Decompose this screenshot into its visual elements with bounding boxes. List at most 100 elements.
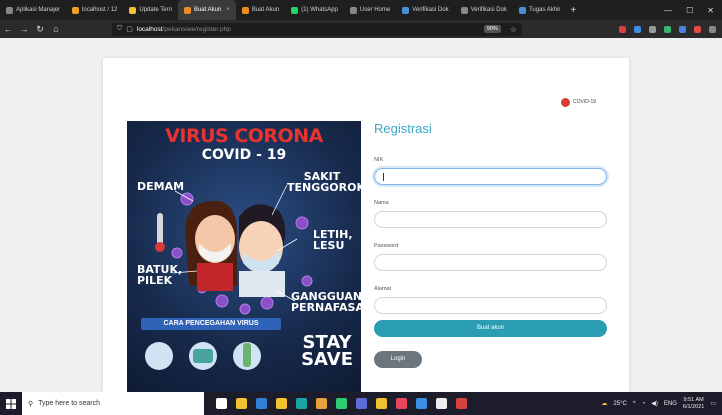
taskbar-app-icon[interactable]: [396, 398, 407, 409]
tab-verifikasi-2[interactable]: Verifikasi Dok: [455, 0, 513, 20]
tray-chevron-icon[interactable]: ^: [633, 401, 636, 407]
taskbar-app-icon[interactable]: [456, 398, 467, 409]
taskbar-app-icon[interactable]: [416, 398, 427, 409]
extension-icon[interactable]: [634, 25, 641, 33]
forward-arrow-icon[interactable]: →: [16, 24, 32, 34]
extension-icon[interactable]: [664, 25, 671, 33]
tab-tugas-akhir[interactable]: Tugas Akhir: [513, 0, 566, 20]
page-info-icon: ▢: [126, 26, 133, 33]
symptom-gangguan: GANGGUAN PERNAFASAN: [291, 290, 361, 314]
extension-icon[interactable]: [709, 25, 716, 33]
volume-icon[interactable]: ◀): [651, 400, 658, 407]
tab-aplikasi-manajer[interactable]: Aplikasi Manajer: [0, 0, 66, 20]
extension-icon[interactable]: [694, 25, 701, 33]
taskbar-app-icon[interactable]: [336, 398, 347, 409]
symptom-batuk: BATUK, PILEK: [137, 263, 183, 287]
taskbar-app-icon[interactable]: [316, 398, 327, 409]
prevention-banner: CARA PENCEGAHAN VIRUS: [141, 318, 281, 330]
tab-user-home[interactable]: User Home: [344, 0, 396, 20]
logo-text: COVID-19: [573, 99, 597, 105]
tab-label: Tugas Akhir: [528, 7, 561, 13]
taskbar-app-icon[interactable]: [296, 398, 307, 409]
url-host: localhost: [136, 25, 163, 33]
nama-label: Nama: [374, 200, 389, 206]
extension-icon[interactable]: [679, 25, 686, 33]
text-caret: [383, 172, 384, 181]
weather-icon: ☁: [601, 401, 608, 407]
zoom-badge[interactable]: 90%: [483, 25, 501, 33]
tab-label: Verifikasi Dok: [470, 7, 507, 13]
weather-temp[interactable]: 25°C: [613, 401, 626, 407]
bookmark-star-icon[interactable]: ☆: [510, 25, 517, 34]
windows-logo-icon: [6, 398, 16, 409]
url-text: localhost/pekansiwe/register.php: [137, 26, 231, 33]
language-indicator[interactable]: ENG: [664, 401, 677, 407]
tab-favicon-icon: [6, 6, 13, 14]
taskbar-app-icon[interactable]: [216, 398, 227, 409]
tab-label: Update Tern: [139, 7, 172, 13]
taskbar-app-icon[interactable]: [276, 398, 287, 409]
tab-localhost[interactable]: localhost / 12: [66, 0, 123, 20]
pinned-apps: [216, 398, 467, 409]
tab-label: (1) WhatsApp: [301, 7, 338, 13]
nik-label: NIK: [374, 157, 384, 163]
taskbar-app-icon[interactable]: [376, 398, 387, 409]
new-tab-button[interactable]: +: [570, 5, 576, 16]
taskbar-search-input[interactable]: ⚲ Type here to search: [22, 392, 204, 415]
register-card: VIRUS CORONA COVID - 19 DEMAM BATUK, PIL…: [103, 58, 629, 392]
maximize-icon[interactable]: ☐: [686, 6, 693, 15]
windows-start-button[interactable]: [0, 392, 22, 415]
tab-favicon-icon: [183, 6, 191, 14]
close-window-icon[interactable]: ✕: [707, 6, 714, 15]
tab-buat-akun-active[interactable]: Buat Akun ×: [177, 0, 236, 20]
close-tab-icon[interactable]: ×: [226, 7, 230, 13]
extension-icons: [619, 25, 722, 33]
create-account-button[interactable]: Buat akun: [374, 320, 607, 337]
covid-poster-image: VIRUS CORONA COVID - 19 DEMAM BATUK, PIL…: [127, 121, 361, 392]
network-icon[interactable]: ◔: [642, 401, 646, 407]
symptom-letih: LETIH, LESU: [313, 228, 353, 252]
taskbar-app-icon[interactable]: [236, 398, 247, 409]
window-controls: — ☐ ✕: [664, 6, 722, 15]
clock-time: 9:51 AM: [683, 396, 704, 403]
tab-favicon-icon: [402, 6, 410, 14]
symptom-demam: DEMAM: [137, 180, 185, 193]
login-button[interactable]: Login: [374, 351, 422, 368]
tab-verifikasi-1[interactable]: Verifikasi Dok: [396, 0, 454, 20]
tab-update-tern[interactable]: Update Tern: [123, 0, 178, 20]
virus-logo-icon: [561, 98, 570, 107]
tab-favicon-icon: [241, 6, 249, 14]
nik-input[interactable]: [374, 168, 607, 185]
shield-icon: ⛉: [117, 25, 123, 32]
clock-date: 6/1/2021: [682, 403, 705, 410]
reload-icon[interactable]: ↻: [32, 24, 48, 35]
form-title: Registrasi: [374, 121, 432, 136]
alamat-input[interactable]: [374, 297, 607, 314]
tab-label: localhost / 12: [82, 7, 118, 13]
notification-icon[interactable]: ▭: [710, 400, 716, 407]
search-placeholder: Type here to search: [38, 400, 101, 407]
taskbar-app-icon[interactable]: [356, 398, 367, 409]
taskbar-clock[interactable]: 9:51 AM 6/1/2021: [683, 397, 704, 411]
stay-safe-text: STAY SAVE: [301, 334, 353, 369]
password-input[interactable]: [374, 254, 607, 271]
taskbar-app-icon[interactable]: [436, 398, 447, 409]
tab-label: Buat Akun: [251, 7, 280, 13]
address-bar[interactable]: ⛉ ▢ localhost/pekansiwe/register.php 90%…: [112, 22, 522, 36]
tab-buat-akun[interactable]: Buat Akun: [236, 0, 285, 20]
home-icon[interactable]: ⌂: [48, 24, 64, 34]
symptom-sakit-tenggorokan: SAKIT TENGGOROKAN: [287, 170, 361, 194]
url-path: /pekansiwe/register.php: [162, 25, 231, 33]
nama-input[interactable]: [374, 211, 607, 228]
tab-whatsapp[interactable]: (1) WhatsApp: [285, 0, 344, 20]
windows-taskbar: ⚲ Type here to search ☁ 25°C ^ ◔ ◀) ENG …: [0, 392, 722, 415]
back-arrow-icon[interactable]: ←: [0, 24, 16, 34]
extension-icon[interactable]: [649, 25, 656, 33]
page-viewport: VIRUS CORONA COVID - 19 DEMAM BATUK, PIL…: [0, 38, 722, 392]
taskbar-app-icon[interactable]: [256, 398, 267, 409]
tab-label: Buat Akun: [193, 7, 222, 13]
extension-icon[interactable]: [619, 25, 626, 33]
minimize-icon[interactable]: —: [664, 6, 672, 15]
alamat-label: Alamat: [374, 286, 392, 292]
covid-logo: COVID-19: [561, 98, 596, 107]
